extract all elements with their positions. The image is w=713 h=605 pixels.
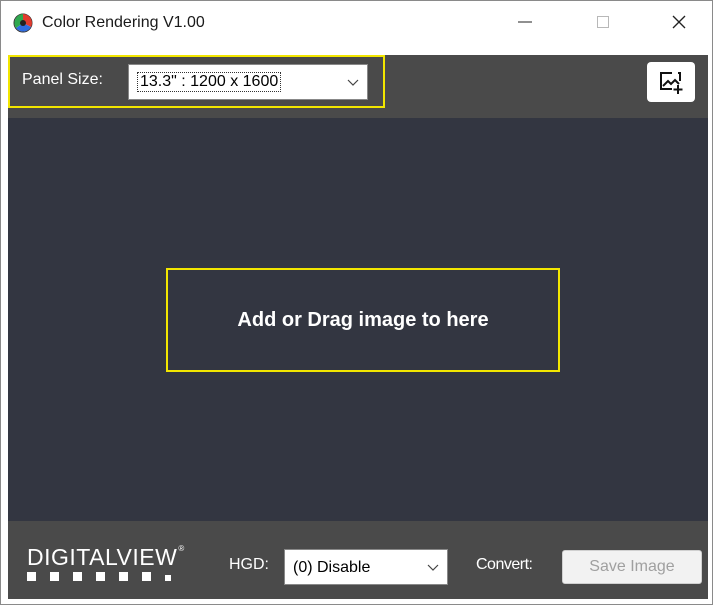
- minimize-button[interactable]: [497, 0, 553, 44]
- logo-text: DIGITALVIEW®: [27, 544, 185, 570]
- close-button[interactable]: [651, 0, 707, 44]
- logo-dot: [96, 572, 105, 581]
- minimize-icon: [518, 21, 532, 23]
- title-bar[interactable]: Color Rendering V1.00: [0, 0, 713, 44]
- save-image-button[interactable]: Save Image: [562, 550, 702, 584]
- app-window: Color Rendering V1.00 Panel Size: 13.3" …: [0, 0, 713, 605]
- window-title: Color Rendering V1.00: [42, 14, 205, 31]
- drop-instruction: Add or Drag image to here: [237, 308, 489, 331]
- panel-size-highlight: [8, 55, 385, 108]
- close-icon: [672, 15, 686, 29]
- logo-dot: [142, 572, 151, 581]
- hgd-select[interactable]: (0) Disable: [284, 549, 448, 585]
- add-image-button[interactable]: [647, 62, 695, 102]
- maximize-icon: [597, 16, 609, 28]
- digitalview-logo: DIGITALVIEW®: [27, 544, 207, 584]
- logo-dot: [50, 572, 59, 581]
- app-logo-icon: [13, 13, 33, 33]
- hgd-value: (0) Disable: [293, 559, 371, 576]
- logo-dot: [119, 572, 128, 581]
- add-image-icon: [660, 72, 683, 94]
- logo-dot: [27, 572, 36, 581]
- chevron-down-icon: [427, 564, 439, 571]
- hgd-label: HGD:: [229, 556, 269, 573]
- logo-dot: [165, 575, 171, 581]
- maximize-button[interactable]: [575, 0, 631, 44]
- convert-label: Convert:: [476, 556, 533, 573]
- logo-dot: [73, 572, 82, 581]
